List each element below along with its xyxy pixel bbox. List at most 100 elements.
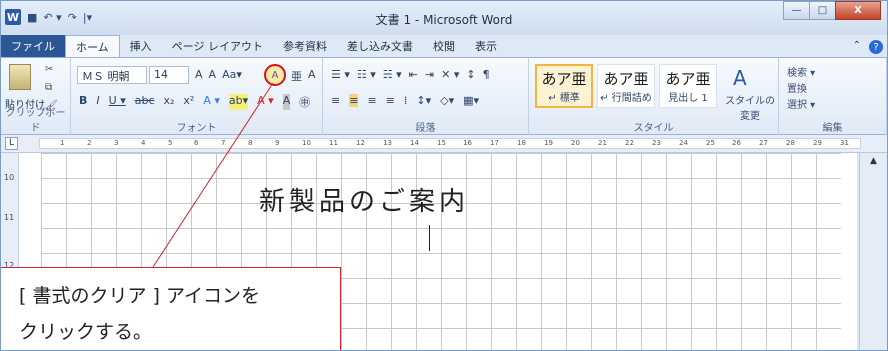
find-button[interactable]: 検索 ▾ [787, 64, 815, 79]
tab-view[interactable]: 表示 [465, 35, 507, 57]
clear-formatting-button[interactable]: A [264, 64, 286, 86]
align-left-icon[interactable]: ≡ [331, 94, 340, 107]
subscript-icon[interactable]: x₂ [164, 94, 175, 110]
text-effects-icon[interactable]: A ▾ [203, 94, 220, 110]
tab-references[interactable]: 参考資料 [273, 35, 337, 57]
tab-insert[interactable]: 挿入 [120, 35, 162, 57]
ruler-tick: 24 [679, 139, 688, 147]
ruler-tick: 6 [194, 139, 199, 147]
ribbon-right-controls: ⌃ ? [853, 40, 883, 54]
ruler-tick: 26 [732, 139, 741, 147]
ruler-tick: 4 [141, 139, 146, 147]
paragraph-group: ☰ ▾ ☷ ▾ ☵ ▾ ⇤ ⇥ ✕ ▾ ↕ ¶ ≡ ≡ ≡ ≡ ⁞ ↕▾ ◇▾ … [323, 58, 529, 136]
phonetic-guide-icon[interactable]: 亜 [291, 68, 302, 84]
help-icon[interactable]: ? [869, 40, 883, 54]
replace-button[interactable]: 置換 [787, 80, 807, 95]
ruler-tick: 12 [356, 139, 365, 147]
character-shading-icon[interactable]: A [282, 94, 291, 110]
scroll-up-icon[interactable]: ▲ [860, 153, 887, 169]
callout-box: [ 書式のクリア ] アイコンを クリックする。 [1, 267, 341, 350]
minimize-button[interactable]: — [783, 1, 810, 20]
highlight-color-icon[interactable]: ab▾ [228, 94, 249, 110]
italic-icon[interactable]: I [96, 94, 99, 110]
close-button[interactable]: X [835, 1, 881, 20]
asian-layout-icon[interactable]: ✕ ▾ [441, 68, 459, 81]
tab-selector[interactable]: L [5, 137, 18, 150]
select-button[interactable]: 選択 ▾ [787, 96, 815, 111]
tab-mailings[interactable]: 差し込み文書 [337, 35, 423, 57]
window-controls: — □ X [783, 1, 881, 20]
strikethrough-icon[interactable]: abc [135, 94, 155, 110]
show-marks-icon[interactable]: ¶ [483, 68, 490, 81]
shading-icon[interactable]: ◇▾ [440, 94, 454, 107]
line-spacing-icon[interactable]: ↕▾ [416, 94, 431, 107]
ruler-scale[interactable]: 1 2 3 4 5 6 7 8 9 10 11 12 13 14 15 16 17 18 19 20 21 22 23 24 2… [39, 138, 861, 149]
character-border-icon[interactable]: A [308, 68, 316, 84]
font-size-field[interactable]: 14 [149, 66, 189, 84]
collapse-ribbon-icon[interactable]: ⌃ [853, 40, 861, 54]
style-name: ↵ 行間詰め [600, 93, 652, 104]
justify-icon[interactable]: ≡ [386, 94, 395, 107]
distributed-icon[interactable]: ⁞ [404, 94, 408, 107]
title-bar: W ■ ↶ ▾ ↷ |▾ 文書 1 - Microsoft Word — □ X [1, 1, 887, 35]
enclose-characters-icon[interactable]: ㊥ [299, 94, 310, 110]
change-styles-label[interactable]: スタイルの変更 [725, 92, 775, 122]
font-name-field[interactable]: ＭＳ 明朝 [77, 66, 147, 84]
tab-home[interactable]: ホーム [65, 35, 120, 57]
ruler-tick: 1 [60, 139, 65, 147]
tab-page-layout[interactable]: ページ レイアウト [162, 35, 273, 57]
ruler-tick: 22 [625, 139, 634, 147]
text-cursor [429, 225, 430, 251]
callout-line-1: [ 書式のクリア ] アイコンを [19, 285, 260, 307]
shrink-font-icon[interactable]: A [209, 68, 217, 81]
change-styles-icon[interactable]: A [733, 66, 747, 90]
ruler-tick: 31 [840, 139, 849, 147]
callout-text: [ 書式のクリア ] アイコンを クリックする。 [19, 278, 260, 350]
numbering-icon[interactable]: ☷ ▾ [357, 68, 376, 81]
window-title: 文書 1 - Microsoft Word [375, 13, 513, 27]
style-name: ↵ 標準 [548, 93, 580, 104]
ruler-tick: 8 [248, 139, 253, 147]
align-center-icon[interactable]: ≡ [349, 94, 359, 107]
paste-icon[interactable] [9, 64, 31, 90]
bullets-icon[interactable]: ☰ ▾ [331, 68, 350, 81]
align-right-icon[interactable]: ≡ [367, 94, 376, 107]
style-preview: あア亜 [665, 70, 711, 88]
increase-indent-icon[interactable]: ⇥ [425, 68, 434, 81]
underline-icon[interactable]: U ▾ [109, 94, 126, 110]
decrease-indent-icon[interactable]: ⇤ [409, 68, 418, 81]
ruler-tick: 28 [786, 139, 795, 147]
copy-icon[interactable]: ⧉ [45, 82, 52, 93]
ruler-tick: 13 [383, 139, 392, 147]
style-preview: あア亜 [541, 70, 587, 88]
horizontal-ruler: L 1 2 3 4 5 6 7 8 9 10 11 12 13 14 15 16 17 18 19 20 21 22 23 2… [1, 135, 887, 153]
ruler-tick: 29 [813, 139, 822, 147]
style-normal[interactable]: あア亜 ↵ 標準 [535, 64, 593, 108]
styles-group: あア亜 ↵ 標準 あア亜 ↵ 行間詰め あア亜 見出し 1 A スタイルの変更 … [529, 58, 779, 136]
ruler-tick: 10 [302, 139, 311, 147]
vertical-scrollbar[interactable]: ▲ [859, 153, 887, 350]
multilevel-list-icon[interactable]: ☵ ▾ [383, 68, 402, 81]
cut-icon[interactable]: ✂ [45, 64, 53, 75]
bold-icon[interactable]: B [79, 94, 87, 110]
tab-review[interactable]: 校閲 [423, 35, 465, 57]
font-color-icon[interactable]: A ▾ [257, 94, 274, 110]
ruler-tick: 23 [652, 139, 661, 147]
ruler-tick: 3 [114, 139, 119, 147]
maximize-button[interactable]: □ [809, 1, 836, 20]
ruler-tick: 5 [168, 139, 173, 147]
style-no-spacing[interactable]: あア亜 ↵ 行間詰め [597, 64, 655, 108]
tab-file[interactable]: ファイル [1, 35, 65, 57]
clear-formatting-icon: A [271, 69, 279, 81]
borders-icon[interactable]: ▦▾ [463, 94, 479, 107]
ruler-tick: 16 [463, 139, 472, 147]
style-heading-1[interactable]: あア亜 見出し 1 [659, 64, 717, 108]
paragraph-row1: ☰ ▾ ☷ ▾ ☵ ▾ ⇤ ⇥ ✕ ▾ ↕ ¶ [331, 68, 490, 81]
grow-font-icon[interactable]: A [195, 68, 203, 81]
change-case-icon[interactable]: Aa▾ [222, 68, 242, 81]
vruler-tick: 10 [4, 173, 15, 182]
sort-icon[interactable]: ↕ [466, 68, 475, 81]
document-heading[interactable]: 新製品のご案内 [259, 181, 469, 218]
superscript-icon[interactable]: x² [183, 94, 194, 110]
ruler-tick: 2 [87, 139, 92, 147]
